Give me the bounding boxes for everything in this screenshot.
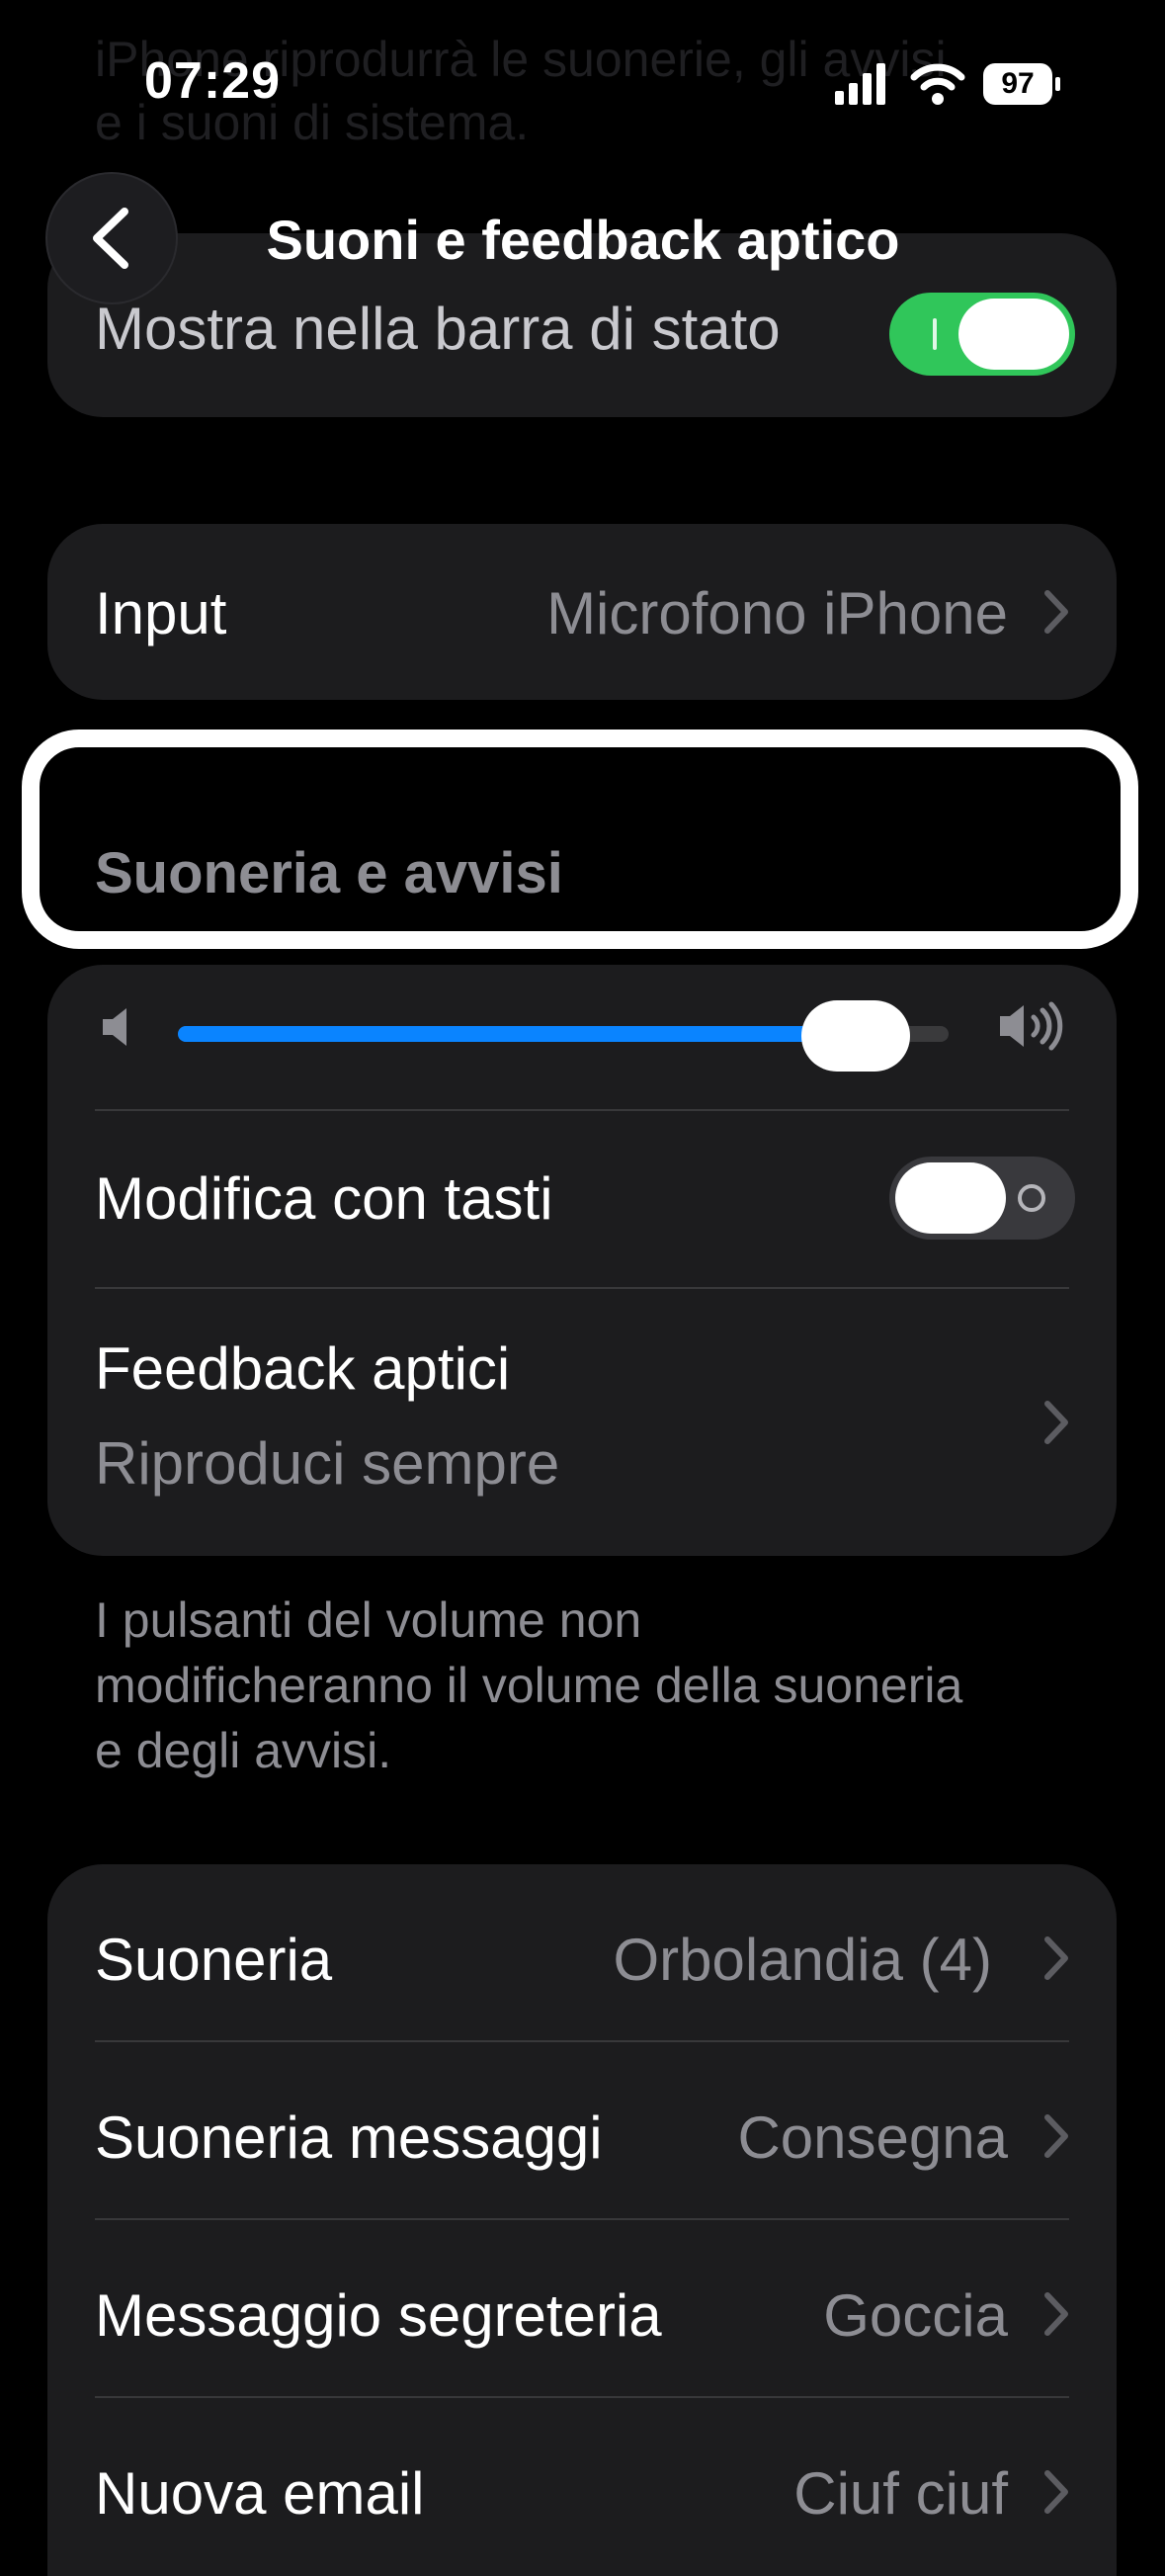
change-with-buttons-row: Modifica con tasti <box>47 1111 1117 1287</box>
battery-level: 97 <box>1001 67 1035 100</box>
sound-row-value: Ciuf ciuf <box>793 2460 1008 2527</box>
sound-row-label: Suoneria messaggi <box>95 2104 603 2171</box>
sound-row-value: Consegna <box>737 2104 1008 2171</box>
speaker-low-icon <box>103 1008 126 1046</box>
sound-row-label: Nuova email <box>95 2460 425 2527</box>
sound-row-value: Orbolandia (4) <box>613 1927 992 1993</box>
volume-slider-row <box>47 965 1117 1109</box>
wifi-icon <box>910 63 965 105</box>
section-highlight <box>22 730 1138 949</box>
speaker-high-icon <box>1000 1001 1063 1051</box>
input-value: Microfono iPhone <box>546 580 1008 646</box>
toggle-knob <box>895 1162 1006 1234</box>
haptics-row[interactable]: Feedback aptici Riproduci sempre <box>47 1289 1117 1556</box>
volume-buttons-footnote: I pulsanti del volume non modificheranno… <box>95 1592 963 1778</box>
ringer-card: Modifica con tasti Feedback aptici Ripro… <box>47 965 1117 1556</box>
chevron-right-icon <box>1044 590 1068 634</box>
change-with-buttons-label: Modifica con tasti <box>95 1165 553 1232</box>
change-with-buttons-toggle[interactable] <box>889 1157 1075 1240</box>
sound-row-label: Messaggio segreteria <box>95 2282 662 2349</box>
chevron-right-icon <box>1044 2292 1068 2336</box>
page-title: Suoni e feedback aptico <box>266 209 900 271</box>
input-row[interactable]: Input Microfono iPhone <box>47 524 1117 700</box>
show-in-status-bar-label: Mostra nella barra di stato <box>95 296 781 362</box>
haptics-subtitle: Riproduci sempre <box>95 1430 560 1497</box>
chevron-right-icon <box>1044 2470 1068 2514</box>
volume-slider-thumb[interactable] <box>801 1000 910 1072</box>
sound-row-ringtone[interactable]: Suoneria Orbolandia (4) <box>47 1864 1117 2040</box>
back-button[interactable] <box>47 174 176 302</box>
input-card: Input Microfono iPhone <box>47 524 1117 700</box>
status-time: 07:29 <box>144 52 281 110</box>
sound-row-voicemail[interactable]: Messaggio segreteria Goccia <box>47 2220 1117 2396</box>
chevron-right-icon <box>1044 2114 1068 2158</box>
chevron-left-icon <box>93 208 128 269</box>
toggle-on-mark <box>933 318 937 350</box>
sound-row-new-email[interactable]: Nuova email Ciuf ciuf <box>47 2398 1117 2574</box>
toggle-off-mark <box>1018 1184 1045 1212</box>
input-label: Input <box>95 580 227 646</box>
chevron-right-icon <box>1044 1936 1068 1980</box>
toggle-knob <box>958 299 1069 370</box>
chevron-right-icon <box>1044 1401 1068 1444</box>
show-in-status-bar-toggle[interactable] <box>889 293 1075 376</box>
sounds-card: Suoneria Orbolandia (4) Suoneria messagg… <box>47 1864 1117 2576</box>
haptics-label: Feedback aptici <box>95 1335 511 1402</box>
volume-slider-fill <box>178 1026 856 1042</box>
ringer-section-header: Suoneria e avvisi <box>95 841 563 905</box>
sound-row-message-tone[interactable]: Suoneria messaggi Consegna <box>47 2042 1117 2218</box>
sound-row-value: Goccia <box>823 2282 1008 2349</box>
signal-icon <box>835 63 885 105</box>
status-icons: 97 <box>835 57 1062 113</box>
sound-row-label: Suoneria <box>95 1927 333 1993</box>
